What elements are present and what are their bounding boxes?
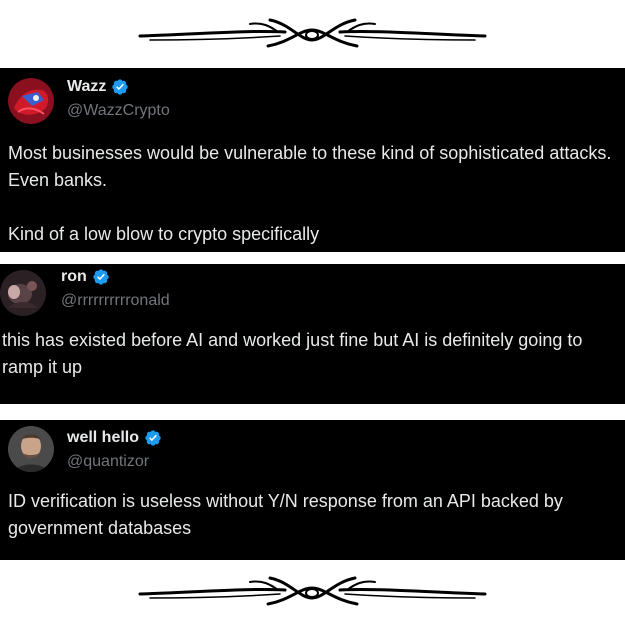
handle[interactable]: @quantizor <box>67 453 149 471</box>
avatar[interactable] <box>0 270 46 316</box>
verified-badge-icon <box>145 430 161 446</box>
decorative-flourish-icon <box>138 18 487 48</box>
display-name[interactable]: Wazz <box>67 78 106 96</box>
tweet-card[interactable]: Wazz @WazzCrypto Most businesses would b… <box>0 68 625 252</box>
display-name[interactable]: ron <box>61 268 87 286</box>
tweet-text: Most businesses would be vulnerable to t… <box>8 143 612 244</box>
avatar[interactable] <box>8 426 54 472</box>
tweet-card[interactable]: ron @rrrrrrrrrronald this has existed be… <box>0 264 625 404</box>
verified-badge-icon <box>93 269 109 285</box>
verified-badge-icon <box>112 79 129 95</box>
display-name[interactable]: well hello <box>67 429 139 447</box>
decorative-flourish-icon <box>138 576 487 606</box>
tweet-text: ID verification is useless without Y/N r… <box>8 491 563 538</box>
handle[interactable]: @WazzCrypto <box>67 102 170 120</box>
tweet-text: this has existed before AI and worked ju… <box>2 330 583 377</box>
avatar[interactable] <box>8 78 54 124</box>
handle[interactable]: @rrrrrrrrrronald <box>61 292 170 310</box>
tweet-card[interactable]: well hello @quantizor ID verification is… <box>0 420 625 560</box>
